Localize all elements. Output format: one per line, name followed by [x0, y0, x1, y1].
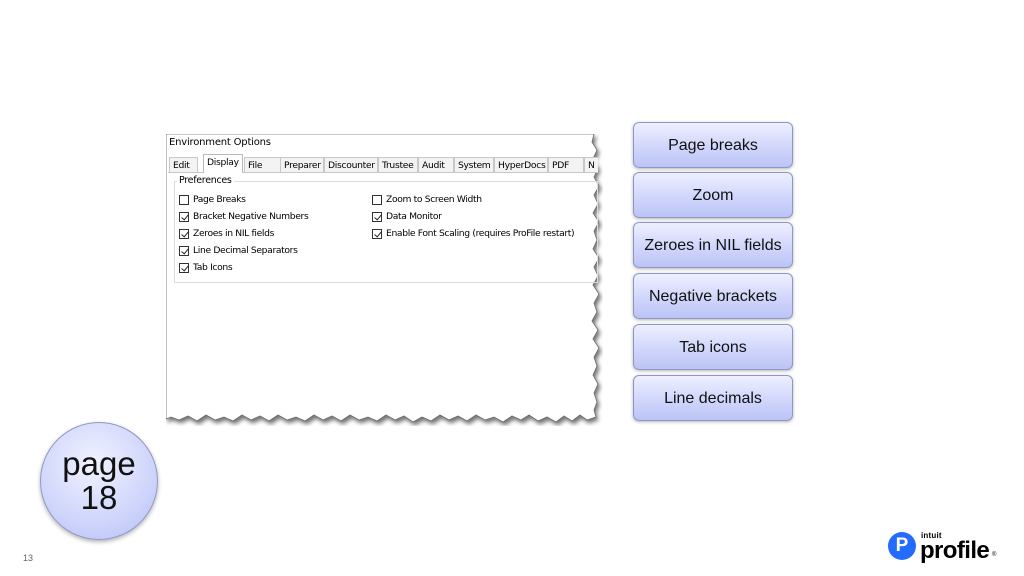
callout-page-breaks: Page breaks [633, 122, 793, 168]
callout-negative-brackets: Negative brackets [633, 273, 793, 319]
option-label: Zoom to Screen Width [386, 194, 482, 205]
logo-profile-text: profile [920, 537, 990, 564]
callout-zoom: Zoom [633, 172, 793, 218]
checkbox-data-monitor[interactable] [372, 211, 382, 222]
option-label: Enable Font Scaling (requires ProFile re… [386, 228, 575, 239]
preferences-label: Preferences [177, 175, 234, 186]
page-reference-badge: page 18 [40, 422, 158, 540]
option-tab-icons[interactable]: Tab Icons [179, 261, 233, 274]
tab-next[interactable]: N [584, 157, 598, 172]
tab-pdf[interactable]: PDF [548, 157, 584, 172]
option-label: Line Decimal Separators [193, 245, 298, 256]
tab-trustee[interactable]: Trustee [378, 157, 418, 172]
option-page-breaks[interactable]: Page Breaks [179, 193, 246, 206]
option-label: Bracket Negative Numbers [193, 211, 309, 222]
logo-registered-mark: ® [992, 552, 997, 558]
checkbox-line-decimal[interactable] [179, 245, 189, 256]
page-badge-word: page [62, 445, 136, 482]
intuit-profile-logo: P intuit profile ® [888, 531, 1000, 564]
option-data-monitor[interactable]: Data Monitor [372, 210, 442, 223]
checkbox-zoom-screen-width[interactable] [372, 194, 382, 205]
checkbox-zeroes-nil[interactable] [179, 228, 189, 239]
option-bracket-negative[interactable]: Bracket Negative Numbers [179, 210, 309, 223]
option-label: Data Monitor [386, 211, 442, 222]
callout-tab-icons: Tab icons [633, 324, 793, 370]
option-label: Tab Icons [193, 262, 233, 273]
tab-display[interactable]: Display [203, 154, 243, 173]
tab-preparer[interactable]: Preparer [280, 157, 324, 172]
callout-zeroes-nil: Zeroes in NIL fields [633, 222, 793, 268]
checkbox-tab-icons[interactable] [179, 262, 189, 273]
checkbox-font-scaling[interactable] [372, 228, 382, 239]
tab-file[interactable]: File [244, 157, 281, 172]
option-zoom-screen-width[interactable]: Zoom to Screen Width [372, 193, 482, 206]
environment-options-dialog: Environment Options Edit Display File Pr… [166, 134, 603, 426]
profile-p-icon: P [888, 532, 916, 560]
tab-strip: Edit Display File Preparer Discounter Tr… [168, 154, 598, 173]
option-line-decimal[interactable]: Line Decimal Separators [179, 244, 298, 257]
tab-discounter[interactable]: Discounter [324, 157, 378, 172]
tab-edit[interactable]: Edit [169, 157, 198, 172]
callout-line-decimals: Line decimals [633, 375, 793, 421]
checkbox-page-breaks[interactable] [179, 194, 189, 205]
page-badge-number: 18 [80, 479, 118, 516]
checkbox-bracket-negative[interactable] [179, 211, 189, 222]
tab-hyperdocs[interactable]: HyperDocs [494, 157, 548, 172]
option-font-scaling[interactable]: Enable Font Scaling (requires ProFile re… [372, 227, 575, 240]
tab-audit[interactable]: Audit [418, 157, 454, 172]
option-zeroes-nil[interactable]: Zeroes in NIL fields [179, 227, 274, 240]
tab-system[interactable]: System [454, 157, 494, 172]
dialog-title: Environment Options [169, 137, 271, 148]
slide-number: 13 [23, 553, 34, 563]
option-label: Zeroes in NIL fields [193, 228, 275, 239]
option-label: Page Breaks [193, 194, 246, 205]
